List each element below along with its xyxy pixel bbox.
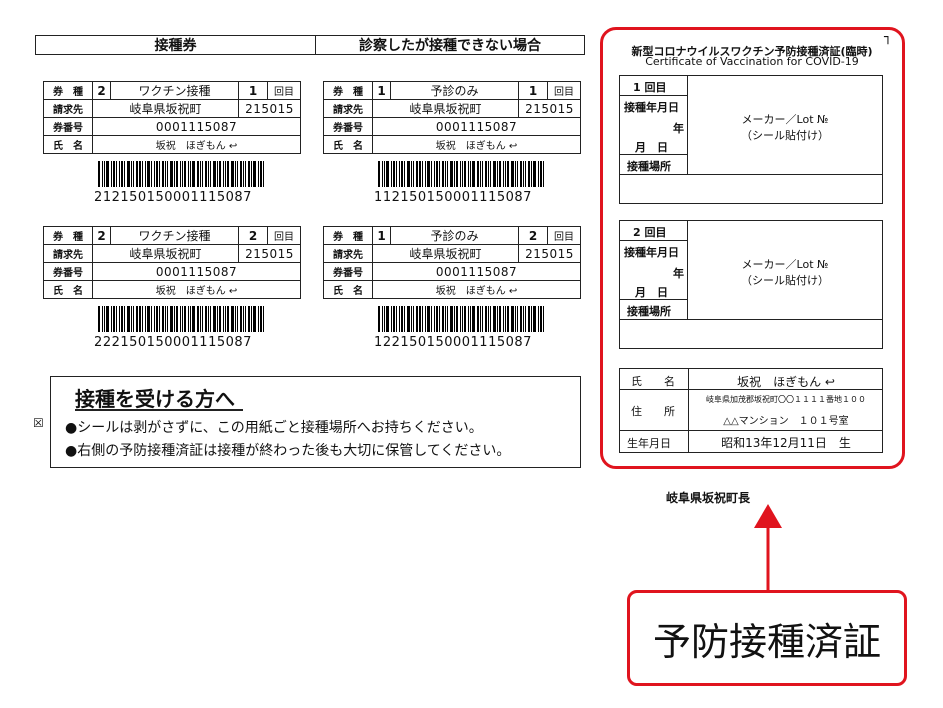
barcode [98,161,266,187]
maker-lot-label: メーカー／Lot № [741,258,829,271]
ticket-type-name: ワクチン接種 [110,81,239,100]
ticket-dose-num: 1 [238,81,268,100]
ticket-type-num: 1 [372,226,391,245]
ticket-billing-label: 請求先 [43,244,93,263]
ticket-code: 215015 [238,244,301,263]
certificate-title-en: Certificate of Vaccination for COVID-19 [645,55,859,68]
ticket-number-label: 券番号 [323,262,373,281]
ticket-dose-unit: 回目 [547,81,581,100]
ticket-type-num: 2 [92,81,111,100]
birth-value: 昭和13年12月11日 生 [721,436,851,450]
year-label: 年 [673,267,684,280]
ticket-dose-unit: 回目 [267,226,301,245]
name-label: 氏 名 [631,375,675,388]
ticket-number: 0001115087 [372,262,581,281]
ticket-billing: 岐阜県坂祝町 [372,99,519,118]
ticket-type-name: ワクチン接種 [110,226,239,245]
barcode-number: 112150150001115087 [374,190,532,205]
ticket-dose-num: 1 [518,81,548,100]
month-day-label: 月 日 [635,286,668,299]
sticker-label: （シール貼付け） [741,129,829,142]
ticket-type-label: 券 種 [43,226,93,245]
ticket-code: 215015 [518,244,581,263]
ticket-holder-name: 坂祝 ほぎもん ↩ [92,280,301,299]
barcode [378,306,546,332]
month-day-label: 月 日 [635,141,668,154]
ticket-name-label: 氏 名 [323,280,373,299]
issuer-name: 岐阜県坂祝町長 [666,491,751,505]
ticket-name-label: 氏 名 [43,280,93,299]
barcode-number: 212150150001115087 [94,190,252,205]
ticket-type-name: 予診のみ [390,226,519,245]
address-line-2: △△マンション １０１号室 [723,416,849,427]
notice-line-1: ●シールは剥がさずに、この用紙ごと接種場所へお持ちください。 [65,420,483,436]
ticket-type-name: 予診のみ [390,81,519,100]
ticket-billing-label: 請求先 [323,99,373,118]
place-label: 接種場所 [627,305,671,318]
ticket-number-label: 券番号 [43,117,93,136]
place-label: 接種場所 [627,160,671,173]
ticket-name-label: 氏 名 [323,135,373,154]
ticket-number: 0001115087 [92,262,301,281]
ticket-code: 215015 [518,99,581,118]
ticket-holder-name: 坂祝 ほぎもん ↩ [92,135,301,154]
ticket-type-num: 2 [92,226,111,245]
notice-line-2: ●右側の予防接種済証は接種が終わった後も大切に保管してください。 [65,443,511,459]
name-value: 坂祝 ほぎもん ↩ [737,375,835,389]
arrow-up-icon [754,504,782,590]
header-vaccination-ticket: 接種券 [35,35,316,55]
ticket-number: 0001115087 [92,117,301,136]
ticket-type-label: 券 種 [323,226,373,245]
date-label: 接種年月日 [624,246,679,259]
barcode-number: 222150150001115087 [94,335,252,350]
dose-label: 1 回目 [633,81,667,94]
ticket-billing-label: 請求先 [323,244,373,263]
address-line-1: 岐阜県加茂郡坂祝町〇〇１１１１番地１００ [706,395,866,404]
date-label: 接種年月日 [624,101,679,114]
ticket-type-label: 券 種 [43,81,93,100]
header-not-vaccinated: 診察したが接種できない場合 [315,35,585,55]
year-label: 年 [673,122,684,135]
birth-label: 生年月日 [627,437,671,450]
ticket-billing: 岐阜県坂祝町 [92,99,239,118]
ticket-name-label: 氏 名 [43,135,93,154]
maker-lot-label: メーカー／Lot № [741,113,829,126]
notice-box: 接種を受ける方へ ●シールは剥がさずに、この用紙ごと接種場所へお持ちください。 … [50,376,581,468]
barcode [378,161,546,187]
address-label: 住 所 [631,405,675,418]
notice-title: 接種を受ける方へ [75,387,235,411]
checkbox-mark: ☒ [33,416,44,430]
notice-title-underline [75,409,243,411]
callout-box: 予防接種済証 [627,590,907,686]
ticket-holder-name: 坂祝 ほぎもん ↩ [372,280,581,299]
callout-label: 予防接種済証 [652,619,881,664]
barcode [98,306,266,332]
sticker-label: （シール貼付け） [741,274,829,287]
ticket-type-label: 券 種 [323,81,373,100]
ticket-dose-unit: 回目 [547,226,581,245]
barcode-number: 122150150001115087 [374,335,532,350]
ticket-dose-num: 2 [238,226,268,245]
ticket-dose-unit: 回目 [267,81,301,100]
ticket-billing: 岐阜県坂祝町 [372,244,519,263]
ticket-number-label: 券番号 [43,262,93,281]
ticket-number: 0001115087 [372,117,581,136]
ticket-billing-label: 請求先 [43,99,93,118]
ticket-holder-name: 坂祝 ほぎもん ↩ [372,135,581,154]
ticket-type-num: 1 [372,81,391,100]
ticket-billing: 岐阜県坂祝町 [92,244,239,263]
ticket-dose-num: 2 [518,226,548,245]
dose-label: 2 回目 [633,226,667,239]
ticket-number-label: 券番号 [323,117,373,136]
ticket-code: 215015 [238,99,301,118]
